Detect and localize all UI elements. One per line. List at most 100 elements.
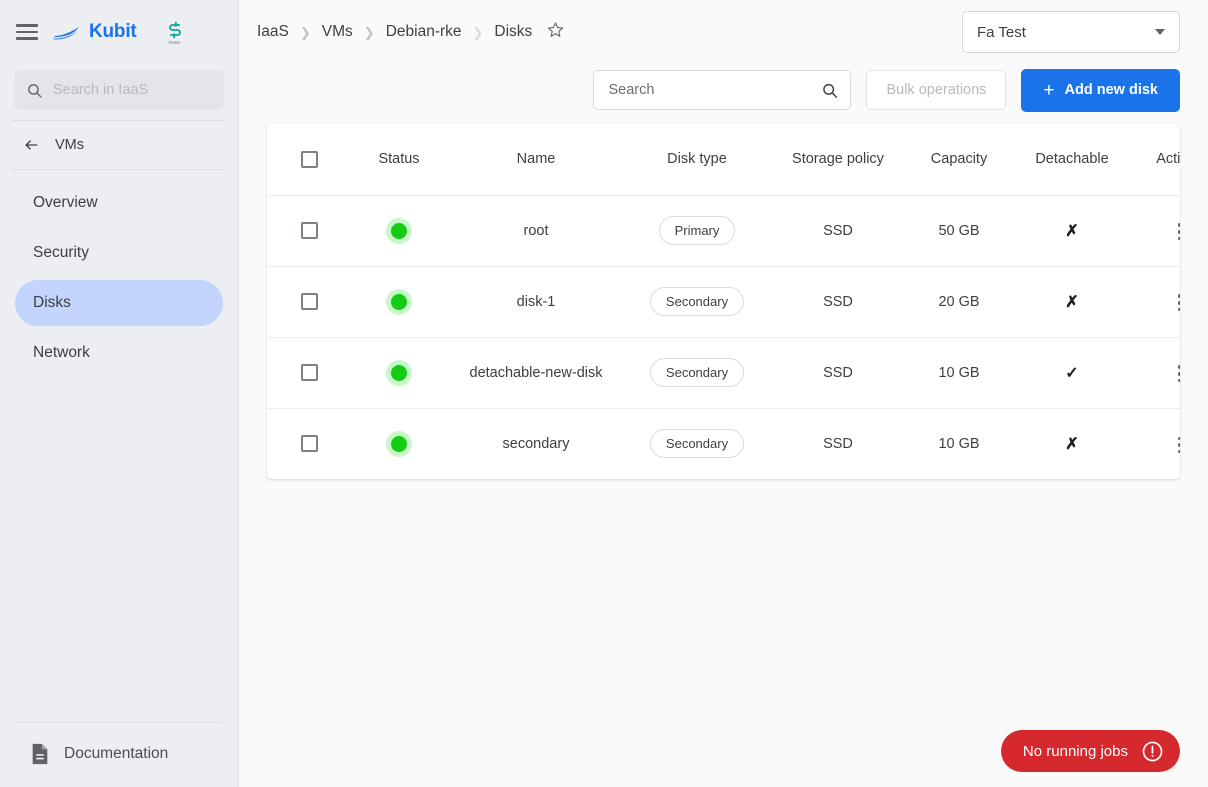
table-row[interactable]: detachable-new-disk Secondary SSD 10 GB … — [267, 337, 1180, 409]
row-select-cell — [267, 337, 351, 409]
row-name-cell: detachable-new-disk — [447, 337, 625, 409]
breadcrumb-item-vms[interactable]: VMs — [322, 23, 353, 41]
sidebar-item-disks[interactable]: Disks — [15, 280, 223, 326]
hamburger-menu-icon[interactable] — [16, 24, 38, 40]
breadcrumb-item-iaas[interactable]: IaaS — [257, 23, 289, 41]
star-outline-icon[interactable] — [547, 21, 564, 43]
row-actions-cell — [1133, 408, 1180, 479]
row-disk-type-cell: Secondary — [625, 337, 769, 409]
detachable-mark: ✓ — [1065, 364, 1079, 382]
kebab-menu-icon[interactable] — [1172, 217, 1180, 246]
chevron-right-icon: ❯ — [472, 24, 484, 40]
plus-icon: + — [1043, 79, 1055, 101]
column-header-disk-type: Disk type — [625, 124, 769, 196]
column-header-status: Status — [351, 124, 447, 196]
row-checkbox[interactable] — [300, 364, 318, 381]
table-row[interactable]: secondary Secondary SSD 10 GB ✗ — [267, 408, 1180, 479]
brand-logo[interactable]: Kubit — [52, 21, 137, 43]
row-capacity-cell: 20 GB — [907, 266, 1011, 338]
partner-logo: Presse — [165, 20, 185, 45]
sidebar-item-network[interactable]: Network — [15, 330, 223, 376]
row-select-cell — [267, 195, 351, 267]
kebab-menu-icon[interactable] — [1172, 288, 1180, 317]
exclamation-circle-icon — [1142, 741, 1163, 761]
detachable-mark: ✗ — [1065, 222, 1079, 240]
column-header-detachable: Detachable — [1011, 124, 1133, 196]
row-capacity-cell: 10 GB — [907, 337, 1011, 409]
app-root: Kubit Presse VMs — [0, 0, 1208, 787]
sidebar-footer: Documentation — [0, 722, 238, 787]
table-row[interactable]: root Primary SSD 50 GB ✗ — [267, 195, 1180, 267]
sidebar-item-overview[interactable]: Overview — [15, 180, 223, 226]
sidebar-back-to-vms[interactable]: VMs — [0, 121, 238, 169]
sidebar-search[interactable] — [14, 70, 224, 110]
disks-table-card: Status Name Disk type Storage policy Cap… — [267, 124, 1180, 479]
column-header-storage-policy: Storage policy — [769, 124, 907, 196]
column-header-capacity: Capacity — [907, 124, 1011, 196]
disk-type-chip: Secondary — [649, 287, 745, 316]
row-name-cell: root — [447, 195, 625, 267]
disk-type-chip: Secondary — [649, 358, 745, 387]
table-header-row: Status Name Disk type Storage policy Cap… — [267, 124, 1180, 196]
brand-name: Kubit — [89, 21, 137, 42]
search-icon[interactable] — [821, 81, 839, 100]
sidebar-item-label: Disks — [33, 294, 71, 311]
status-badge-no-running-jobs[interactable]: No running jobs — [1000, 730, 1180, 772]
search-input[interactable] — [53, 82, 212, 98]
row-disk-type-cell: Primary — [625, 195, 769, 267]
row-checkbox[interactable] — [300, 293, 318, 310]
chevron-right-icon: ❯ — [363, 24, 375, 40]
arrow-left-icon — [25, 140, 38, 150]
row-status-cell — [351, 195, 447, 267]
detachable-mark: ✗ — [1065, 293, 1079, 311]
sidebar-item-security[interactable]: Security — [15, 230, 223, 276]
boat-logo-icon — [53, 27, 79, 40]
account-select-value: Fa Test — [977, 23, 1026, 41]
partner-caption: Presse — [168, 40, 181, 45]
sidebar-divider-bottom — [16, 722, 222, 723]
select-all-header — [267, 124, 351, 196]
toast-label: No running jobs — [1022, 742, 1128, 760]
row-detachable-cell: ✗ — [1011, 266, 1133, 338]
bulk-operations-button[interactable]: Bulk operations — [866, 70, 1007, 110]
select-all-checkbox[interactable] — [300, 150, 318, 168]
sidebar-item-documentation[interactable]: Documentation — [0, 743, 238, 765]
kebab-menu-icon[interactable] — [1172, 431, 1180, 460]
breadcrumb: IaaS ❯ VMs ❯ Debian-rke ❯ Disks — [257, 21, 564, 43]
row-storage-policy-cell: SSD — [769, 266, 907, 338]
disks-table: Status Name Disk type Storage policy Cap… — [267, 124, 1180, 479]
account-select[interactable]: Fa Test — [962, 11, 1180, 53]
status-indicator-running — [386, 430, 412, 457]
disk-type-chip: Primary — [658, 216, 736, 245]
main-content: IaaS ❯ VMs ❯ Debian-rke ❯ Disks Fa Test — [239, 0, 1208, 787]
row-capacity-cell: 50 GB — [907, 195, 1011, 267]
disk-type-chip: Secondary — [649, 429, 745, 459]
row-status-cell — [351, 337, 447, 409]
row-actions-cell — [1133, 195, 1180, 267]
action-bar: Bulk operations + Add new disk — [239, 64, 1208, 116]
breadcrumb-item-debian-rke[interactable]: Debian-rke — [386, 23, 462, 41]
table-row[interactable]: disk-1 Secondary SSD 20 GB ✗ — [267, 266, 1180, 338]
search-icon — [28, 83, 42, 98]
search-input[interactable] — [608, 82, 821, 98]
status-indicator-running — [386, 288, 412, 315]
sidebar: Kubit Presse VMs — [0, 0, 239, 787]
kebab-menu-icon[interactable] — [1172, 359, 1180, 388]
sidebar-item-label: Overview — [33, 194, 98, 211]
add-new-disk-button[interactable]: + Add new disk — [1021, 68, 1180, 112]
row-storage-policy-cell: SSD — [769, 195, 907, 267]
chevron-down-icon — [1155, 29, 1165, 35]
row-select-cell — [267, 408, 351, 479]
row-name-cell: secondary — [502, 435, 570, 452]
status-indicator-running — [386, 359, 412, 386]
row-capacity-cell: 10 GB — [938, 435, 980, 452]
row-actions-cell — [1133, 266, 1180, 338]
partner-s-logo-icon — [168, 21, 181, 38]
row-checkbox[interactable] — [300, 222, 318, 239]
chevron-right-icon: ❯ — [299, 24, 311, 40]
row-name-cell: disk-1 — [447, 266, 625, 338]
row-checkbox[interactable] — [300, 435, 318, 453]
disk-search[interactable] — [593, 70, 852, 110]
row-detachable-cell: ✗ — [1011, 408, 1133, 479]
breadcrumb-item-disks[interactable]: Disks — [494, 23, 532, 41]
